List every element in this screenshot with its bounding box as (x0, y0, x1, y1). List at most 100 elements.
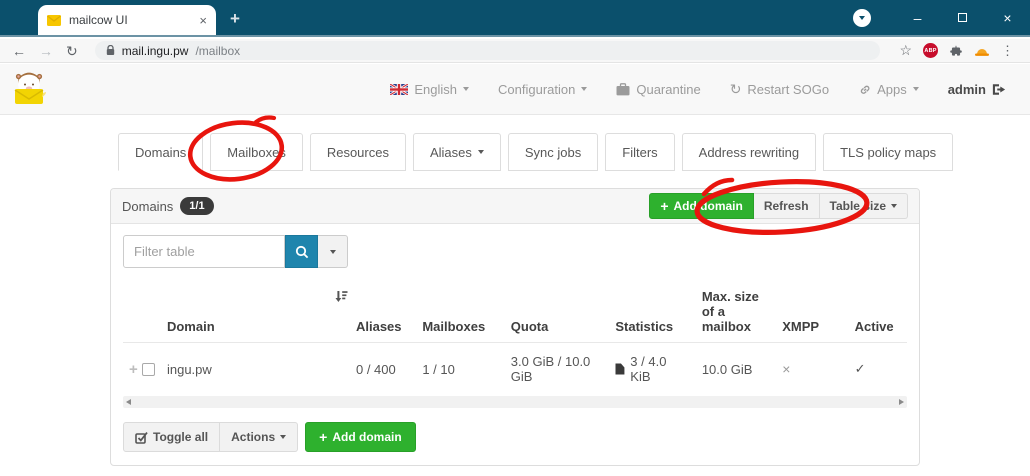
caret-down-icon (912, 87, 919, 91)
sign-out-icon (992, 83, 1006, 95)
tab-resources[interactable]: Resources (309, 133, 406, 171)
add-domain-footer-label: Add domain (332, 430, 402, 444)
minimize-button[interactable]: – (895, 0, 940, 35)
refresh-label: Refresh (763, 199, 809, 213)
caret-down-icon (280, 435, 287, 439)
nav-apps[interactable]: Apps (858, 82, 919, 97)
footer-button-group: Toggle all Actions (123, 422, 299, 452)
url-path: /mailbox (195, 43, 241, 58)
close-window-button[interactable]: × (985, 0, 1030, 35)
nav-quarantine[interactable]: Quarantine (616, 81, 701, 97)
browser-tab[interactable]: mailcow UI × (38, 5, 216, 35)
mailcow-logo[interactable] (9, 69, 49, 109)
reload-button[interactable]: ↻ (66, 44, 78, 58)
tab-sync-jobs[interactable]: Sync jobs (507, 133, 599, 171)
filter-table-input[interactable] (123, 235, 285, 268)
lock-icon (106, 45, 115, 56)
browser-tab-strip: mailcow UI × + – × (0, 0, 1030, 37)
caret-down-icon (891, 204, 897, 208)
refresh-button[interactable]: Refresh (753, 193, 820, 219)
back-button[interactable]: ← (12, 44, 26, 58)
domains-panel: Domains 1/1 + Add domain Refresh Table s… (110, 188, 920, 466)
tab-tls-policy-maps-label: TLS policy maps (840, 144, 937, 160)
maximize-button[interactable] (940, 0, 985, 35)
tab-tls-policy-maps[interactable]: TLS policy maps (823, 133, 954, 171)
actions-button[interactable]: Actions (220, 422, 299, 452)
nav-apps-label: Apps (877, 81, 907, 97)
mailcow-header: English Configuration Quarantine ↻ Resta… (0, 64, 1030, 115)
actions-label: Actions (231, 430, 276, 444)
filter-options-button[interactable] (318, 235, 348, 268)
tab-address-rewriting[interactable]: Address rewriting (681, 133, 817, 171)
toggle-all-button[interactable]: Toggle all (123, 422, 221, 452)
refresh-icon: ↻ (729, 81, 742, 97)
nav-admin-label: admin (947, 81, 986, 97)
header-max-size: Max. size of a mailbox (701, 289, 759, 334)
cell-mailboxes: 1 / 10 (416, 342, 505, 395)
caret-down-icon (329, 249, 336, 254)
tab-aliases[interactable]: Aliases (412, 133, 501, 171)
domains-table: Domain Aliases Mailboxes Quota Statistic… (123, 281, 907, 395)
add-domain-button[interactable]: + Add domain (649, 193, 754, 219)
nav-restart-sogo[interactable]: ↻ Restart SOGo (730, 82, 829, 97)
search-button[interactable] (285, 235, 318, 268)
header-quota: Quota (510, 319, 549, 334)
expand-row-icon[interactable]: + (129, 361, 138, 378)
browser-menu-icon[interactable]: ⋮ (1001, 43, 1014, 59)
domain-count-badge: 1/1 (180, 197, 214, 215)
screen: mailcow UI × + – × ← → ↻ mail.ingu.pw/ma… (0, 0, 1030, 476)
scroll-left-icon[interactable] (126, 399, 131, 405)
url-host: mail.ingu.pw (121, 43, 189, 58)
nav-admin[interactable]: admin (948, 82, 1006, 97)
domains-panel-header: Domains 1/1 + Add domain Refresh Table s… (111, 189, 919, 224)
nav-configuration[interactable]: Configuration (498, 81, 588, 97)
nav-configuration-label: Configuration (498, 81, 576, 97)
row-checkbox[interactable] (141, 362, 155, 376)
horizontal-scrollbar[interactable] (123, 396, 907, 408)
add-domain-button-footer[interactable]: + Add domain (305, 422, 416, 452)
briefcase-icon (616, 82, 630, 95)
nav-quarantine-label: Quarantine (636, 81, 701, 97)
bookmark-star-icon[interactable]: ☆ (899, 42, 912, 59)
add-domain-label: Add domain (673, 199, 743, 213)
xmpp-disabled-icon: × (782, 361, 791, 377)
toggle-all-label: Toggle all (153, 430, 209, 444)
tab-search-button[interactable] (853, 8, 871, 27)
nav-language-label: English (414, 81, 458, 97)
adblock-extension-icon[interactable]: ABP (923, 43, 938, 58)
file-icon (615, 363, 625, 375)
cell-domain: ingu.pw (160, 342, 350, 395)
filter-group (123, 235, 349, 268)
tab-resources-label: Resources (326, 144, 389, 160)
cell-aliases: 0 / 400 (349, 342, 417, 395)
tab-domains[interactable]: Domains (118, 133, 204, 171)
plus-icon: + (319, 429, 328, 445)
new-tab-button[interactable]: + (230, 9, 240, 29)
scroll-right-icon[interactable] (899, 399, 904, 405)
section-tabs: Domains Mailboxes Resources Aliases Sync… (118, 133, 954, 171)
caret-down-icon (477, 150, 484, 154)
browser-tab-title: mailcow UI (69, 13, 128, 27)
header-domain: Domain (166, 319, 215, 334)
hat-extension-icon[interactable] (974, 44, 990, 57)
forward-button[interactable]: → (39, 44, 53, 58)
tab-close-icon[interactable]: × (199, 14, 207, 27)
table-size-label: Table size (829, 199, 886, 213)
toolbar-extensions: ☆ ABP ⋮ (899, 42, 1014, 59)
tab-filters[interactable]: Filters (605, 133, 675, 171)
tab-aliases-label: Aliases (429, 144, 472, 160)
extensions-puzzle-icon[interactable] (949, 44, 963, 58)
header-aliases: Aliases (355, 319, 402, 334)
sort-icon[interactable] (335, 290, 348, 306)
nav-language[interactable]: English (390, 81, 470, 97)
header-active: Active (854, 319, 894, 334)
address-bar[interactable]: mail.ingu.pw/mailbox (94, 41, 881, 60)
domains-panel-footer: Toggle all Actions + Add domain (111, 408, 919, 465)
table-size-button[interactable]: Table size (819, 193, 908, 219)
tab-mailboxes[interactable]: Mailboxes (210, 133, 303, 171)
table-header-row: Domain Aliases Mailboxes Quota Statistic… (123, 281, 907, 343)
caret-down-icon (581, 87, 588, 91)
domains-panel-body: Domain Aliases Mailboxes Quota Statistic… (111, 224, 919, 408)
active-check-icon: ✓ (854, 361, 866, 376)
plus-icon: + (660, 198, 669, 214)
